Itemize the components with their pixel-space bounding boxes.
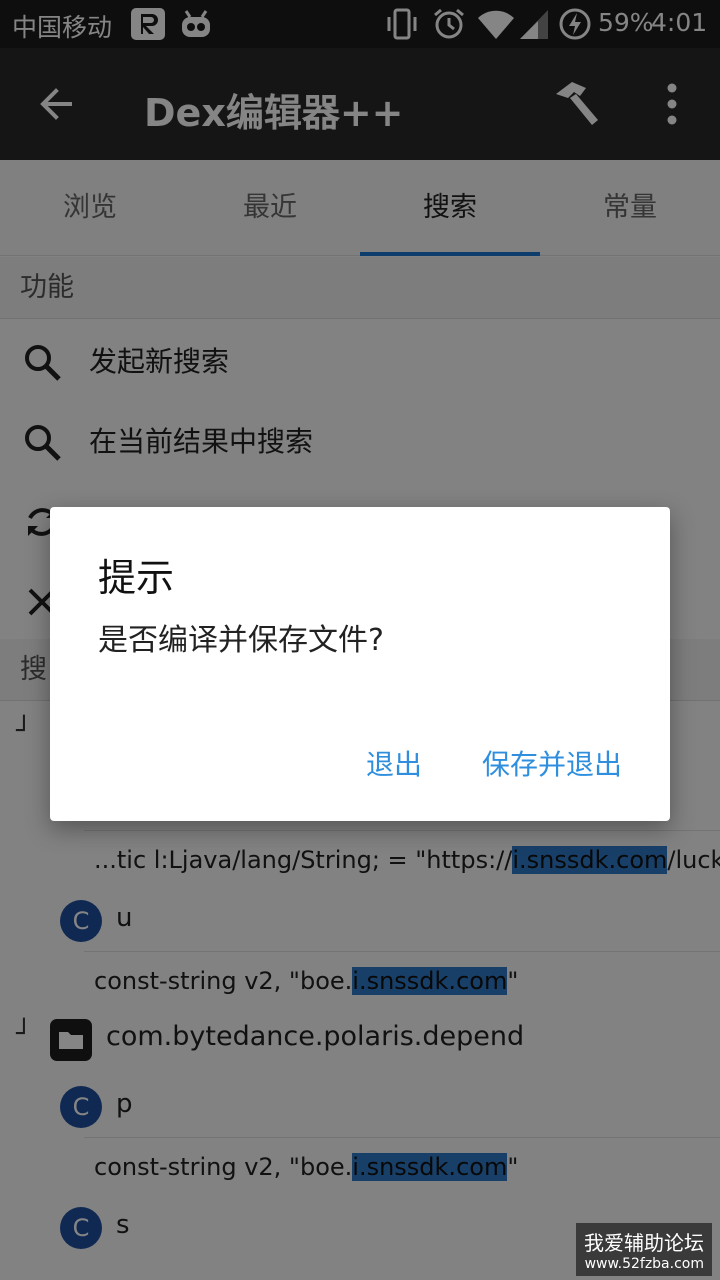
confirm-dialog: 提示 是否编译并保存文件? 退出 保存并退出 [50, 507, 670, 821]
save-and-exit-button[interactable]: 保存并退出 [482, 743, 622, 783]
watermark-text: 我爱辅助论坛 [584, 1231, 704, 1255]
forum-watermark: 我爱辅助论坛 www.52fzba.com [576, 1223, 712, 1276]
dialog-message: 是否编译并保存文件? [98, 623, 384, 658]
exit-button[interactable]: 退出 [366, 743, 422, 783]
dialog-title: 提示 [98, 556, 175, 600]
watermark-url: www.52fzba.com [584, 1256, 704, 1272]
